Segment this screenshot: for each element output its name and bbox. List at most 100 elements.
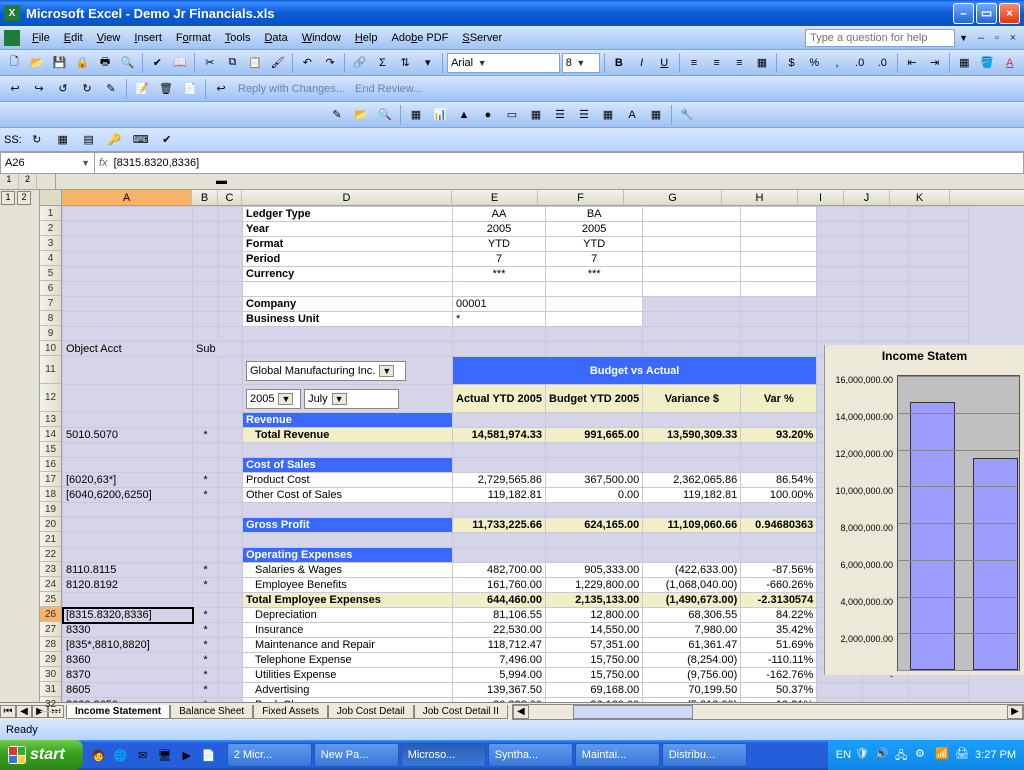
formula-value[interactable]: [8315.8320,8336] <box>114 157 200 169</box>
month-dropdown[interactable]: July▼ <box>304 389 399 409</box>
fill-color-icon[interactable]: 🪣 <box>977 52 998 74</box>
row-header-22[interactable]: 22 <box>40 547 61 562</box>
sort-icon[interactable]: ⇅ <box>395 52 416 74</box>
comma-icon[interactable]: , <box>827 52 848 74</box>
sheet-tab[interactable]: Fixed Assets <box>253 705 328 719</box>
ct-icon-1[interactable]: ✎ <box>326 104 348 126</box>
minimize-button[interactable]: – <box>953 3 974 24</box>
col-header-f[interactable]: F <box>538 190 624 205</box>
menu-view[interactable]: View <box>91 30 127 46</box>
tray-icon-2[interactable]: 🔊 <box>875 747 891 763</box>
row-header-20[interactable]: 20 <box>40 517 61 532</box>
sheet-tab[interactable]: Job Cost Detail <box>328 705 414 719</box>
col-header-e[interactable]: E <box>452 190 538 205</box>
hyperlink-icon[interactable]: 🔗 <box>349 52 370 74</box>
ct-icon-12[interactable]: ▦ <box>597 104 619 126</box>
scroll-right-arrow[interactable]: ▶ <box>1007 705 1023 719</box>
scroll-left-arrow[interactable]: ◀ <box>513 705 529 719</box>
ct-icon-13[interactable]: A <box>621 104 643 126</box>
rev-icon-3[interactable]: ↺ <box>52 78 74 100</box>
row-header-12[interactable]: 12 <box>40 384 61 412</box>
underline-icon[interactable]: U <box>654 52 675 74</box>
col-header-a[interactable]: A <box>62 190 192 205</box>
end-review[interactable]: End Review... <box>351 83 426 95</box>
format-painter-icon[interactable]: 🖌 <box>267 52 288 74</box>
ct-icon-9[interactable]: ▦ <box>525 104 547 126</box>
col-header-d[interactable]: D <box>242 190 452 205</box>
currency-icon[interactable]: $ <box>781 52 802 74</box>
permission-icon[interactable]: 🔒 <box>72 52 93 74</box>
merge-icon[interactable]: ▦ <box>752 52 773 74</box>
row-header-25[interactable]: 25 <box>40 592 61 607</box>
mdi-minimize[interactable]: – <box>974 31 988 45</box>
font-name-combo[interactable]: Arial▼ <box>447 53 560 73</box>
font-color-icon[interactable]: A <box>999 52 1020 74</box>
ct-icon-4[interactable]: ▦ <box>405 104 427 126</box>
row-header-1[interactable]: 1 <box>40 206 61 221</box>
row-header-13[interactable]: 13 <box>40 412 61 427</box>
more-icon[interactable]: ▾ <box>417 52 438 74</box>
ct-icon-3[interactable]: 🔍 <box>374 104 396 126</box>
rev-icon-7[interactable]: 🗑 <box>155 78 177 100</box>
row-header-23[interactable]: 23 <box>40 562 61 577</box>
rev-icon-5[interactable]: ✎ <box>100 78 122 100</box>
align-left-icon[interactable]: ≡ <box>684 52 705 74</box>
ss-refresh-icon[interactable]: ↻ <box>26 129 48 151</box>
menu-file[interactable]: File <box>26 30 56 46</box>
tray-icon-6[interactable]: 🖨 <box>955 747 971 763</box>
col-header-k[interactable]: K <box>890 190 950 205</box>
ql-icon-2[interactable]: 🌐 <box>111 745 131 765</box>
cut-icon[interactable]: ✂ <box>199 52 220 74</box>
row-header-11[interactable]: 11 <box>40 356 61 384</box>
undo-icon[interactable]: ↶ <box>297 52 318 74</box>
tray-icon-1[interactable]: 🛡 <box>855 747 871 763</box>
row-header-9[interactable]: 9 <box>40 326 61 341</box>
row-header-5[interactable]: 5 <box>40 266 61 281</box>
ql-icon-4[interactable]: 🖥 <box>155 745 175 765</box>
increase-indent-icon[interactable]: ⇥ <box>924 52 945 74</box>
row-header-10[interactable]: 10 <box>40 341 61 356</box>
row-header-29[interactable]: 29 <box>40 652 61 667</box>
row-header-6[interactable]: 6 <box>40 281 61 296</box>
decrease-indent-icon[interactable]: ⇤ <box>902 52 923 74</box>
col-header-g[interactable]: G <box>624 190 722 205</box>
italic-icon[interactable]: I <box>631 52 652 74</box>
start-button[interactable]: start <box>0 740 83 770</box>
ql-icon-1[interactable]: 🧑 <box>89 745 109 765</box>
year-dropdown[interactable]: 2005▼ <box>246 389 301 409</box>
sheet-tab[interactable]: Income Statement <box>66 705 170 719</box>
row-header-31[interactable]: 31 <box>40 682 61 697</box>
taskbar-button[interactable]: Syntha... <box>488 743 573 767</box>
research-icon[interactable]: 📖 <box>170 52 191 74</box>
menu-edit[interactable]: Edit <box>58 30 89 46</box>
print-preview-icon[interactable]: 🔍 <box>117 52 138 74</box>
taskbar-button[interactable]: 2 Micr... <box>227 743 312 767</box>
tray-icon-4[interactable]: ⚙ <box>915 747 931 763</box>
ct-icon-6[interactable]: ▲ <box>453 104 475 126</box>
increase-decimal-icon[interactable]: .0 <box>849 52 870 74</box>
tray-icon-3[interactable]: 🖧 <box>895 747 911 763</box>
row-outline-2[interactable]: 2 <box>17 191 31 205</box>
col-outline-1[interactable]: 1 <box>0 174 19 189</box>
ql-icon-5[interactable]: ▶ <box>177 745 197 765</box>
spelling-icon[interactable]: ✔ <box>147 52 168 74</box>
ct-icon-2[interactable]: 📂 <box>350 104 372 126</box>
ct-icon-15[interactable]: 🔧 <box>676 104 698 126</box>
rev-icon-2[interactable]: ↪ <box>28 78 50 100</box>
taskbar-button[interactable]: Distribu... <box>662 743 747 767</box>
col-header-j[interactable]: J <box>844 190 890 205</box>
maximize-button[interactable]: ▭ <box>976 3 997 24</box>
row-header-32[interactable]: 32 <box>40 697 61 712</box>
col-header-h[interactable]: H <box>722 190 798 205</box>
decrease-decimal-icon[interactable]: .0 <box>872 52 893 74</box>
row-header-15[interactable]: 15 <box>40 442 61 457</box>
name-box[interactable]: A26▼ <box>1 153 95 173</box>
ss-table-icon[interactable]: ▤ <box>78 129 100 151</box>
row-header-28[interactable]: 28 <box>40 637 61 652</box>
row-header-26[interactable]: 26 <box>40 607 61 622</box>
open-icon[interactable]: 📂 <box>27 52 48 74</box>
menu-sserver[interactable]: SServer <box>456 30 508 46</box>
paste-icon[interactable]: 📋 <box>245 52 266 74</box>
row-header-24[interactable]: 24 <box>40 577 61 592</box>
fx-icon[interactable]: fx <box>99 157 108 169</box>
